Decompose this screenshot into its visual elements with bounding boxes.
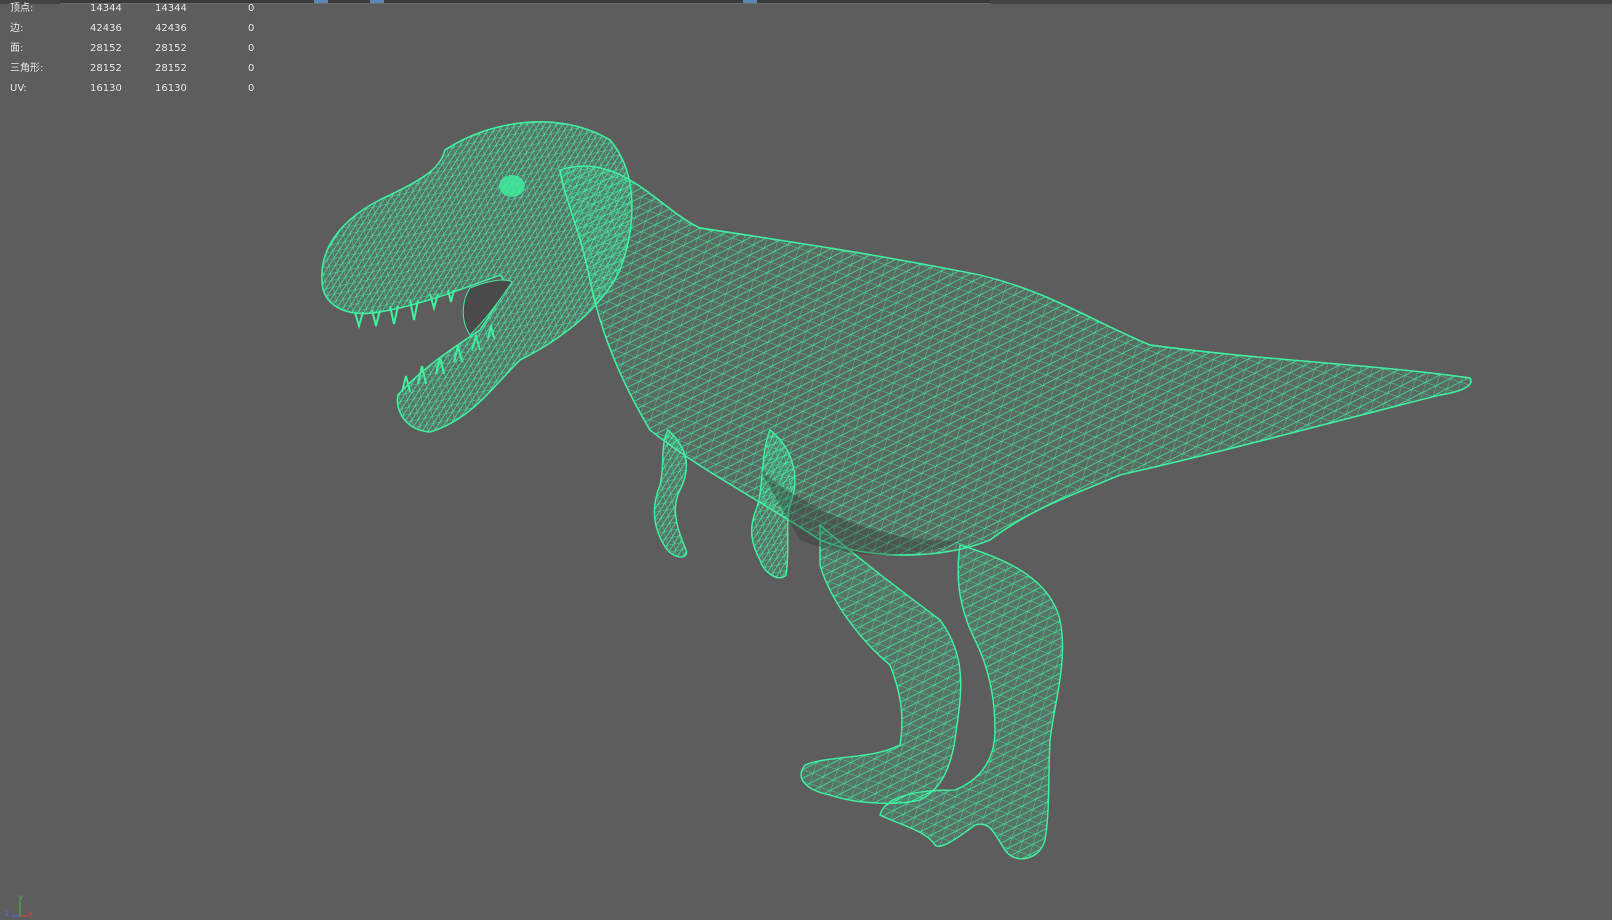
hud-value: 0: [248, 23, 255, 34]
hud-label: 顶点:: [10, 3, 34, 14]
hud-value: 42436: [155, 23, 187, 34]
trex-head: [321, 121, 633, 433]
axis-orientation-gizmo: y z x: [4, 892, 34, 918]
hud-row-triangles: 三角形: 28152 28152 0: [0, 62, 270, 82]
hud-value: 28152: [155, 63, 187, 74]
hud-label: 面:: [10, 43, 24, 54]
trex-left-leg: [800, 523, 962, 804]
hud-value: 28152: [155, 43, 187, 54]
trex-left-arm: [653, 428, 688, 558]
trex-body: [559, 165, 1472, 556]
hud-value: 16130: [155, 83, 187, 94]
hud-label: 边:: [10, 23, 24, 34]
hud-value: 0: [248, 83, 255, 94]
axis-y-label: y: [18, 893, 23, 902]
hud-row-uvs: UV: 16130 16130 0: [0, 82, 270, 102]
hud-value: 14344: [90, 3, 122, 14]
hud-label: 三角形:: [10, 63, 44, 74]
hud-label: UV:: [10, 83, 27, 94]
hud-row-edges: 边: 42436 42436 0: [0, 22, 270, 42]
axis-z-label: z: [5, 909, 10, 918]
hud-row-vertices: 顶点: 14344 14344 0: [0, 2, 270, 22]
hud-value: 28152: [90, 43, 122, 54]
hud-value: 28152: [90, 63, 122, 74]
hud-value: 0: [248, 43, 255, 54]
hud-value: 0: [248, 63, 255, 74]
hud-value: 16130: [90, 83, 122, 94]
trex-wireframe-mesh[interactable]: [0, 0, 1612, 920]
3d-viewport[interactable]: 顶点: 14344 14344 0 边: 42436 42436 0 面: 28…: [0, 0, 1612, 920]
hud-row-faces: 面: 28152 28152 0: [0, 42, 270, 62]
hud-value: 0: [248, 3, 255, 14]
poly-count-hud: 顶点: 14344 14344 0 边: 42436 42436 0 面: 28…: [0, 2, 270, 102]
hud-value: 14344: [155, 3, 187, 14]
hud-value: 42436: [90, 23, 122, 34]
axis-x-label: x: [28, 909, 33, 918]
